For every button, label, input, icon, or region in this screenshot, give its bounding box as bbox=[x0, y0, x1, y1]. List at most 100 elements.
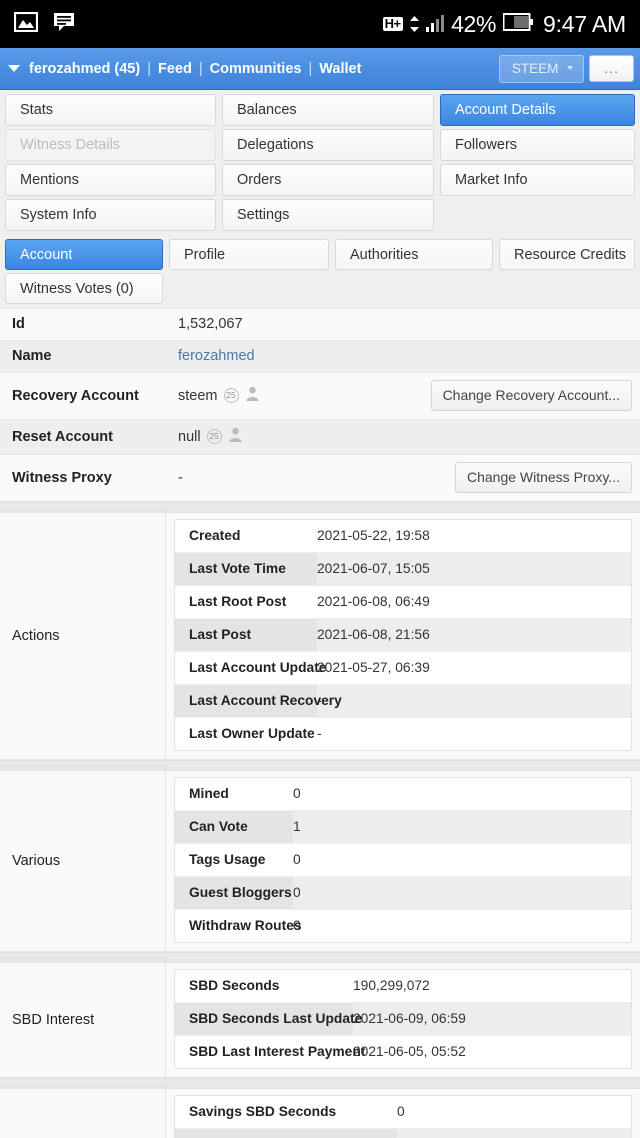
subtab-witness-votes[interactable]: Witness Votes (0) bbox=[5, 273, 163, 304]
section-sbd-interest: SBD Interest SBD Seconds 190,299,072 SBD… bbox=[0, 963, 640, 1078]
savings-table: Savings SBD Seconds 0 Savings SBD Second… bbox=[174, 1095, 632, 1138]
table-row: Last Vote Time 2021-06-07, 15:05 bbox=[175, 553, 631, 586]
table-row: Last Post 2021-06-08, 21:56 bbox=[175, 619, 631, 652]
tab-settings[interactable]: Settings bbox=[222, 199, 434, 231]
table-row: Last Account Update 2021-05-27, 06:39 bbox=[175, 652, 631, 685]
network-type-icon: H+ bbox=[382, 16, 403, 31]
cell-value: 0 bbox=[293, 885, 301, 900]
subtab-account[interactable]: Account bbox=[5, 239, 163, 270]
reset-account-link[interactable]: null bbox=[178, 429, 201, 445]
tab-stats[interactable]: Stats bbox=[5, 94, 216, 126]
recovery-account-link[interactable]: steem bbox=[178, 388, 218, 404]
reputation-badge: 25 bbox=[206, 429, 222, 444]
tab-delegations[interactable]: Delegations bbox=[222, 129, 434, 161]
table-row: Id 1,532,067 bbox=[0, 309, 640, 341]
row-label-name: Name bbox=[12, 348, 52, 364]
section-divider bbox=[0, 1078, 640, 1092]
cell-key: Can Vote bbox=[175, 811, 293, 843]
cell-value: 2021-06-08, 06:49 bbox=[317, 594, 430, 609]
chain-selector-button[interactable]: STEEM bbox=[498, 54, 585, 83]
person-icon[interactable] bbox=[245, 386, 260, 405]
subtab-resource-credits[interactable]: Resource Credits bbox=[499, 239, 635, 270]
change-recovery-account-button[interactable]: Change Recovery Account... bbox=[430, 380, 632, 411]
battery-percent-label: 42% bbox=[451, 10, 496, 37]
cell-key: Guest Bloggers bbox=[175, 877, 293, 909]
tab-grid-filler bbox=[440, 199, 635, 231]
top-bar-right-controls: STEEM ... bbox=[498, 54, 634, 83]
overflow-menu-button[interactable]: ... bbox=[589, 55, 634, 82]
tab-orders[interactable]: Orders bbox=[222, 164, 434, 196]
row-value-name[interactable]: ferozahmed bbox=[166, 341, 640, 372]
chain-selector-label: STEEM bbox=[511, 60, 559, 76]
nav-link-wallet[interactable]: Wallet bbox=[319, 61, 361, 77]
table-row: Can Vote 1 bbox=[175, 811, 631, 844]
tab-account-details[interactable]: Account Details bbox=[440, 94, 635, 126]
cell-value: 2021-06-08, 21:56 bbox=[317, 627, 430, 642]
section-title-sbd-interest: SBD Interest bbox=[0, 963, 166, 1077]
cell-value: 2021-06-09, 06:59 bbox=[353, 1011, 466, 1026]
cell-key: Created bbox=[189, 528, 241, 543]
nav-separator-1: | bbox=[147, 60, 151, 77]
cell-key: Tags Usage bbox=[189, 852, 266, 867]
row-value-id: 1,532,067 bbox=[178, 316, 243, 332]
cell-value: 0 bbox=[293, 852, 301, 867]
person-icon[interactable] bbox=[228, 427, 243, 446]
cell-value: - bbox=[397, 1129, 412, 1138]
nav-account-name[interactable]: ferozahmed (45) bbox=[29, 61, 140, 77]
data-transfer-icon bbox=[409, 16, 419, 32]
table-row: Name ferozahmed bbox=[0, 341, 640, 373]
table-row: Witness Proxy - Change Witness Proxy... bbox=[0, 455, 640, 502]
tab-balances[interactable]: Balances bbox=[222, 94, 434, 126]
subtab-authorities[interactable]: Authorities bbox=[335, 239, 493, 270]
sbd-interest-table: SBD Seconds 190,299,072 SBD Seconds Last… bbox=[174, 969, 632, 1069]
subtab-filler-3 bbox=[499, 273, 635, 304]
tab-followers[interactable]: Followers bbox=[440, 129, 635, 161]
table-row: Reset Account null 25 bbox=[0, 420, 640, 455]
table-row: Last Account Recovery - bbox=[175, 685, 631, 718]
row-value-witness-proxy: - Change Witness Proxy... bbox=[166, 455, 640, 501]
cell-key: Last Owner Update bbox=[189, 726, 315, 741]
cell-key: SBD Seconds bbox=[189, 978, 280, 993]
row-label-reset-account: Reset Account bbox=[12, 428, 113, 445]
cell-value: 190,299,072 bbox=[353, 978, 430, 993]
section-divider bbox=[0, 952, 640, 966]
section-divider bbox=[0, 502, 640, 516]
table-row: Recovery Account steem 25 Change Recover… bbox=[0, 373, 640, 420]
table-row: Withdraw Routes 0 bbox=[175, 910, 631, 942]
message-icon bbox=[52, 11, 76, 38]
cell-value: 2021-05-27, 06:39 bbox=[317, 660, 430, 675]
section-title-various: Various bbox=[0, 771, 166, 951]
row-label-id: Id bbox=[12, 316, 25, 332]
section-title-actions: Actions bbox=[0, 513, 166, 759]
various-table: Mined 0 Can Vote 1 Tags Usage 0 Guest Bl… bbox=[174, 777, 632, 943]
account-subtab-bar: Account Profile Authorities Resource Cre… bbox=[0, 236, 640, 309]
clock-label: 9:47 AM bbox=[543, 10, 626, 37]
table-row: Savings SBD Seconds Last Update - bbox=[175, 1129, 631, 1138]
top-nav-links: ferozahmed (45) | Feed | Communities | W… bbox=[29, 61, 361, 77]
section-actions: Actions Created 2021-05-22, 19:58 Last V… bbox=[0, 513, 640, 760]
chevron-down-icon[interactable] bbox=[8, 65, 20, 72]
tab-system-info[interactable]: System Info bbox=[5, 199, 216, 231]
cell-value: 2021-06-07, 15:05 bbox=[317, 561, 430, 576]
cell-value: 0 bbox=[293, 918, 301, 933]
nav-link-communities[interactable]: Communities bbox=[210, 61, 302, 77]
witness-proxy-value: - bbox=[178, 469, 183, 486]
cell-value: - bbox=[317, 726, 322, 741]
subtab-filler-1 bbox=[169, 273, 329, 304]
tab-market-info[interactable]: Market Info bbox=[440, 164, 635, 196]
table-row: Last Root Post 2021-06-08, 06:49 bbox=[175, 586, 631, 619]
cell-key: Mined bbox=[189, 786, 229, 801]
cell-key: Last Vote Time bbox=[175, 553, 317, 585]
table-row: Last Owner Update - bbox=[175, 718, 631, 750]
account-details-sheet: Id 1,532,067 Name ferozahmed Recovery Ac… bbox=[0, 309, 640, 1138]
change-witness-proxy-button[interactable]: Change Witness Proxy... bbox=[454, 462, 632, 493]
table-row: SBD Last Interest Payment 2021-06-05, 05… bbox=[175, 1036, 631, 1068]
subtab-profile[interactable]: Profile bbox=[169, 239, 329, 270]
tab-mentions[interactable]: Mentions bbox=[5, 164, 216, 196]
reputation-badge: 25 bbox=[223, 388, 239, 403]
table-row: SBD Seconds 190,299,072 bbox=[175, 970, 631, 1003]
nav-link-feed[interactable]: Feed bbox=[158, 61, 192, 77]
table-row: Savings SBD Seconds 0 bbox=[175, 1096, 631, 1129]
status-bar-left-icons bbox=[13, 11, 76, 38]
status-bar-right: H+ 42% 9:47 AM bbox=[382, 10, 626, 38]
